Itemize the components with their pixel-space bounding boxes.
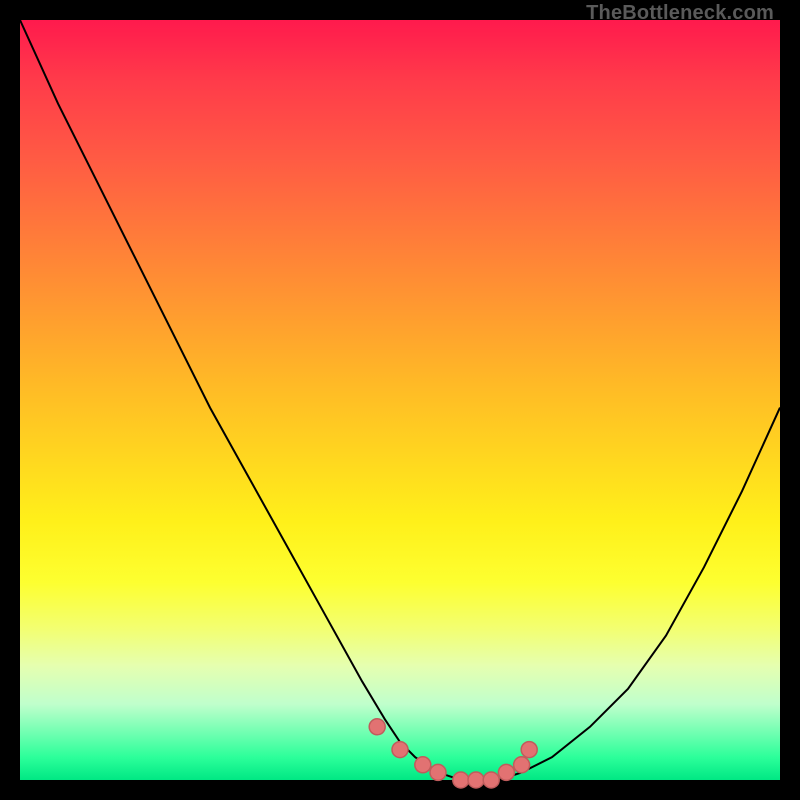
chart-frame: [20, 20, 780, 780]
marker-point: [415, 757, 431, 773]
marker-point: [369, 719, 385, 735]
marker-point: [521, 742, 537, 758]
marker-point: [430, 764, 446, 780]
marker-point: [468, 772, 484, 788]
marker-point: [514, 757, 530, 773]
chart-svg: [20, 20, 780, 780]
marker-point: [498, 764, 514, 780]
bottleneck-curve: [20, 20, 780, 780]
marker-point: [392, 742, 408, 758]
marker-point: [453, 772, 469, 788]
marker-point: [483, 772, 499, 788]
watermark-text: TheBottleneck.com: [586, 2, 774, 25]
marker-group: [369, 719, 537, 788]
